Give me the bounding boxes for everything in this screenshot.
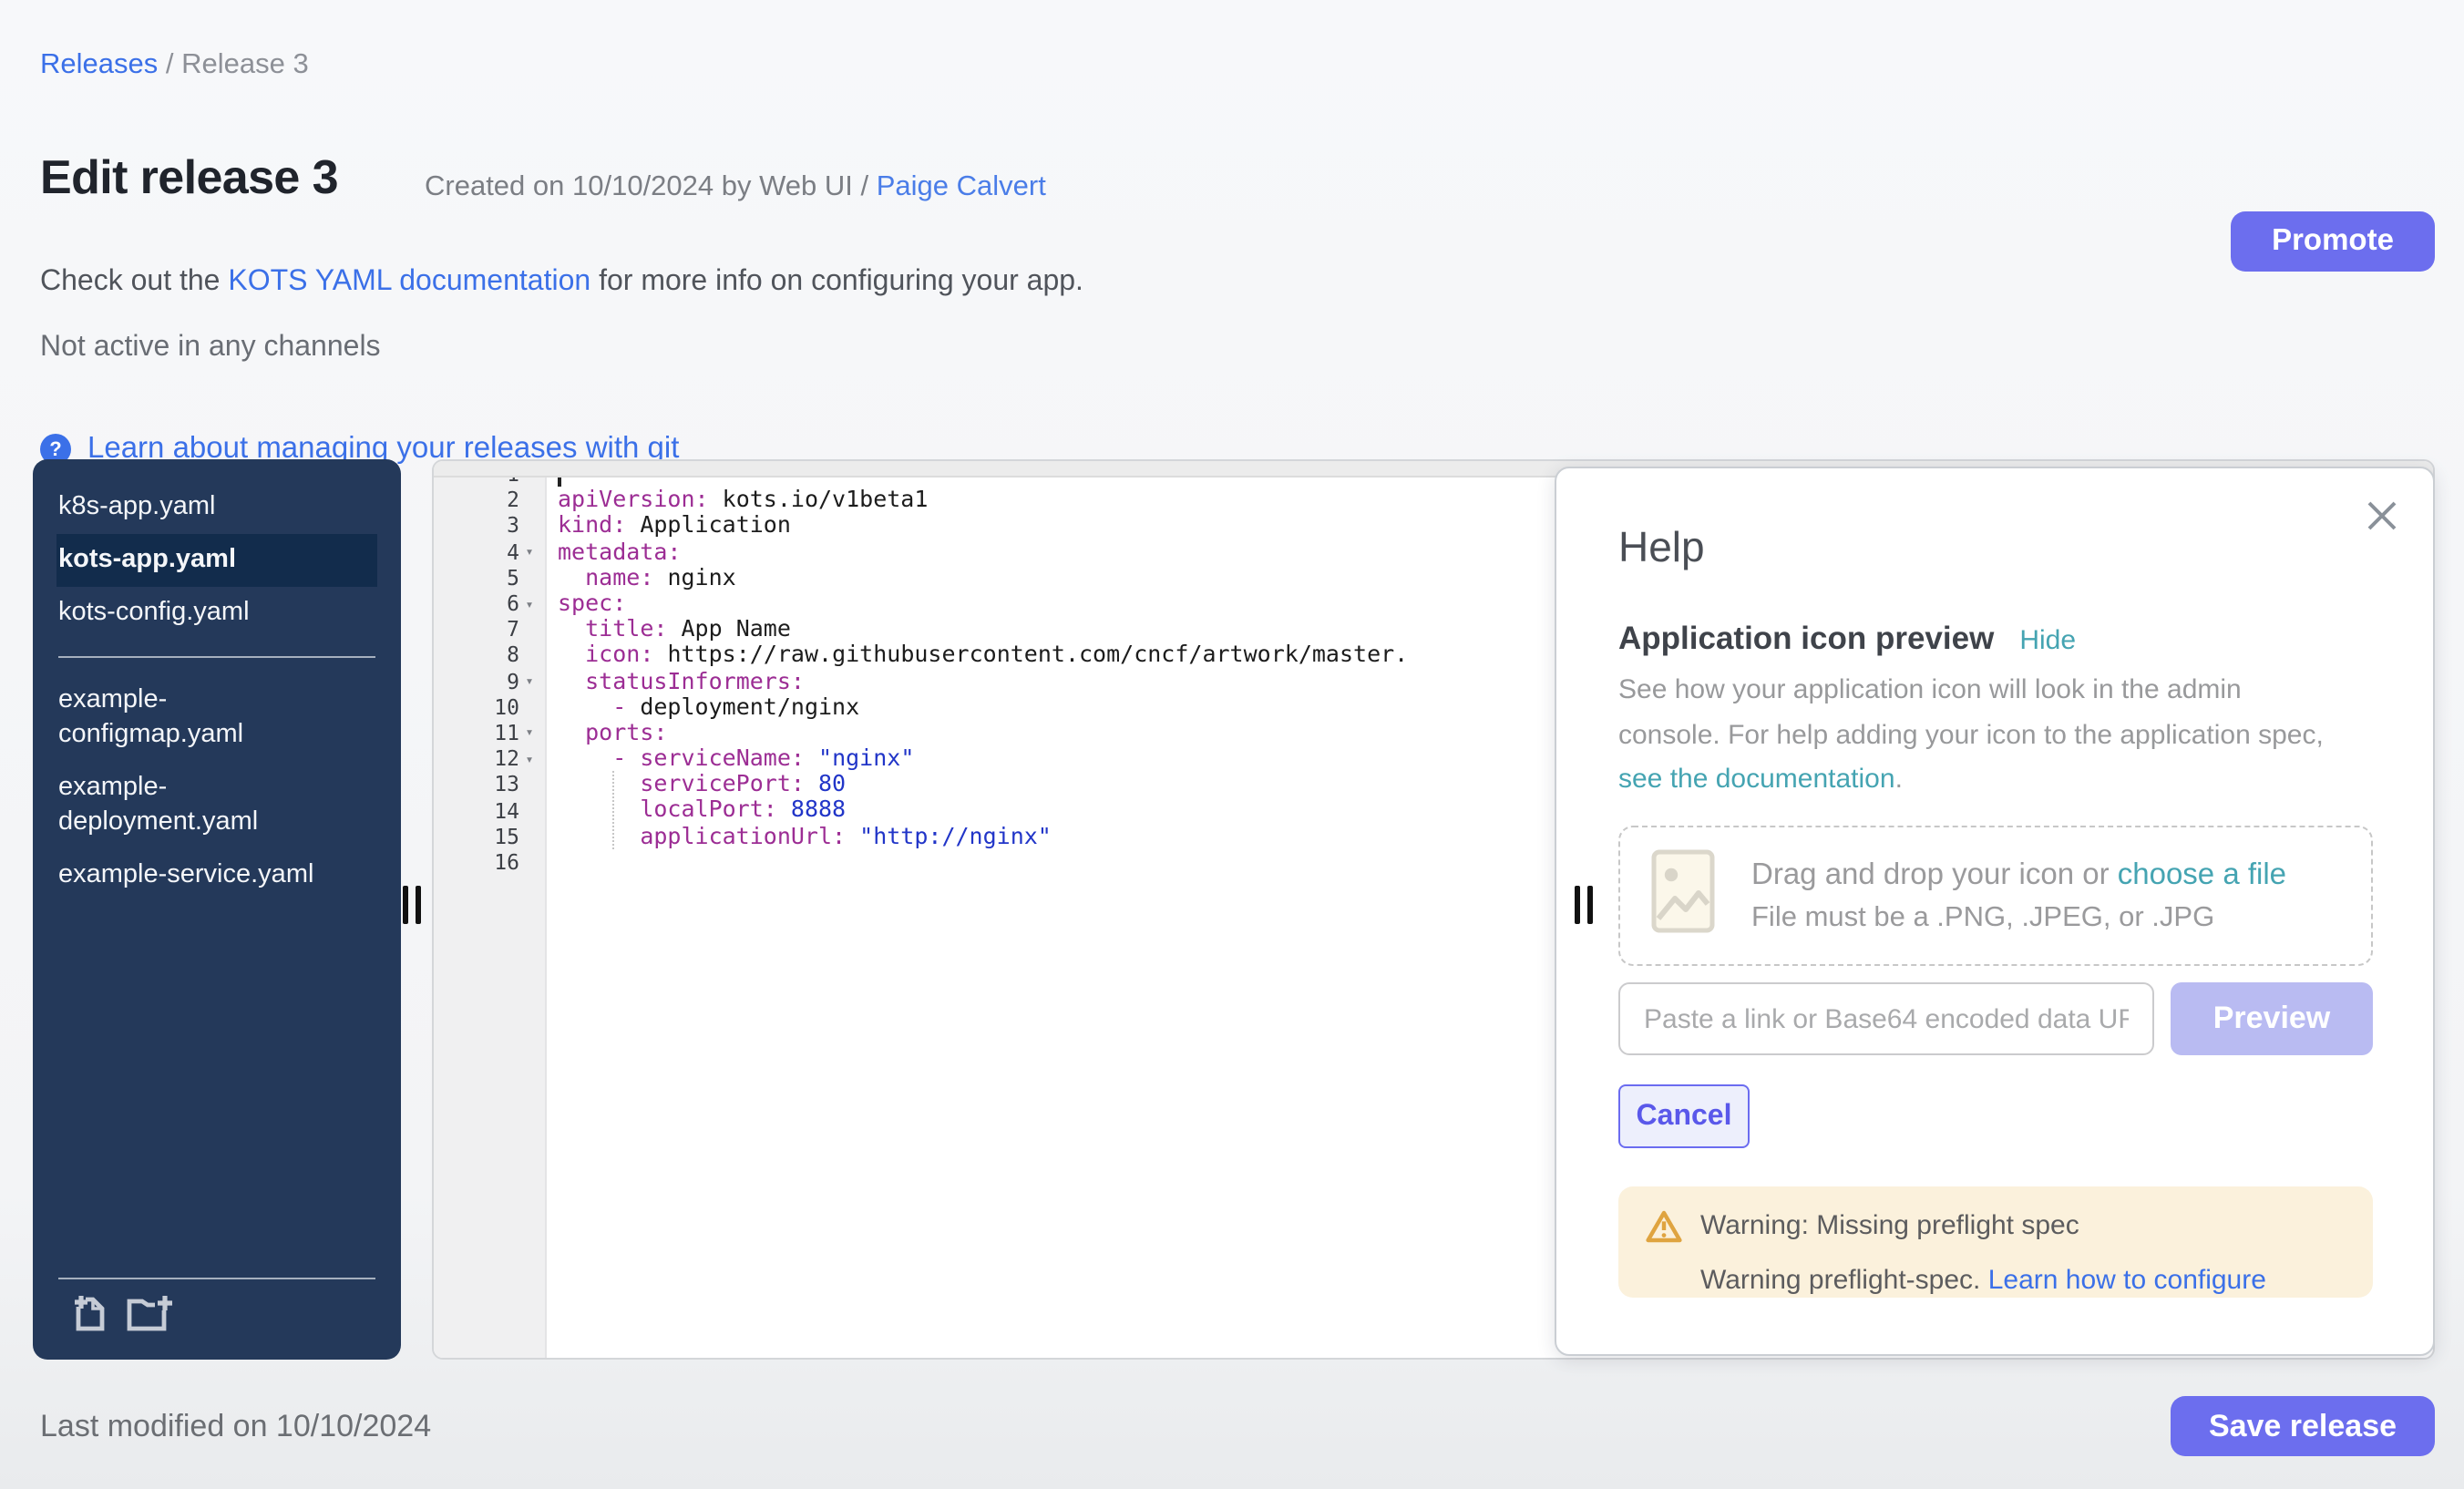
gutter-line-3: 3 [434,513,547,539]
channel-status: Not active in any channels [40,332,381,365]
drop-file-types: File must be a .PNG, .JPEG, or .JPG [1751,901,2286,934]
gutter-line-13: 13 [434,772,547,797]
desc-suffix: . [1895,764,1903,795]
fold-arrow-icon[interactable]: ▾ [519,750,539,766]
file-group-examples: example-configmap.yamlexample-deployment… [33,674,401,902]
see-documentation-link[interactable]: see the documentation [1618,764,1895,795]
icon-url-input[interactable] [1618,982,2154,1055]
drop-instruction: Drag and drop your icon or choose a file [1751,857,2286,892]
gutter-line-16: 16 [434,849,547,875]
preflight-warning-box: Warning: Missing preflight spec Warning … [1618,1186,2373,1298]
sidebar-file-kots-app.yaml[interactable]: kots-app.yaml [56,534,377,587]
warning-detail: Warning preflight-spec. Learn how to con… [1700,1265,2266,1296]
gutter-line-5: 5 [434,565,547,590]
page-title: Edit release 3 [40,149,338,206]
fold-arrow-icon[interactable]: ▾ [519,673,539,689]
gutter-line-8: 8 [434,642,547,668]
sidebar-file-kots-config.yaml[interactable]: kots-config.yaml [56,587,377,640]
last-modified-text: Last modified on 10/10/2024 [40,1409,431,1445]
cancel-button[interactable]: Cancel [1618,1084,1750,1148]
edit-release-page: Releases / Release 3 Edit release 3 Crea… [0,0,2464,1489]
author-link[interactable]: Paige Calvert [877,171,1046,202]
sidebar-file-k8s-app.yaml[interactable]: k8s-app.yaml [56,481,377,534]
desc-line-1: See how your application icon will look … [1618,669,2324,714]
created-text: Created on 10/10/2024 by Web UI / [425,171,877,202]
gutter-line-6: 6▾ [434,590,547,616]
gutter-line-12: 12▾ [434,745,547,771]
gutter-line-9: 9▾ [434,668,547,693]
learn-configure-link[interactable]: Learn how to configure [1988,1265,2266,1296]
sidebar-file-example-deployment.yaml[interactable]: example-deployment.yaml [56,762,323,849]
icon-drop-area[interactable]: Drag and drop your icon or choose a file… [1618,826,2373,966]
gutter-line-15: 15 [434,823,547,848]
choose-file-link[interactable]: choose a file [2118,857,2286,890]
sidebar-bottom-divider [58,1278,375,1279]
release-created-meta: Created on 10/10/2024 by Web UI / Paige … [425,171,1046,204]
breadcrumb-separator: / [166,49,181,80]
image-placeholder-icon [1651,849,1715,942]
add-file-icon[interactable] [73,1294,108,1341]
sidebar-divider [58,656,375,658]
icon-preview-description: See how your application icon will look … [1618,669,2324,803]
desc-line-2: console. For help adding your icon to th… [1618,714,2324,758]
close-icon[interactable] [2364,498,2400,534]
file-tree-sidebar: k8s-app.yamlkots-app.yamlkots-config.yam… [33,459,401,1360]
warning-title: Warning: Missing preflight spec [1700,1210,2079,1241]
gutter-line-7: 7 [434,616,547,642]
file-group-kots: k8s-app.yamlkots-app.yamlkots-config.yam… [33,481,401,640]
save-release-button[interactable]: Save release [2171,1396,2435,1456]
sidebar-file-example-service.yaml[interactable]: example-service.yaml [56,849,323,902]
add-folder-icon[interactable] [126,1294,175,1341]
help-panel: Help Application icon preview Hide See h… [1555,467,2435,1356]
gutter-line-2: 2 [434,487,547,512]
help-title: Help [1618,523,1705,572]
gutter-line-10: 10 [434,693,547,719]
preview-button[interactable]: Preview [2171,982,2373,1055]
warning-triangle-icon [1646,1210,1682,1252]
sidebar-file-example-configmap.yaml[interactable]: example-configmap.yaml [56,674,323,762]
breadcrumb-current: Release 3 [181,49,309,80]
indent-guide [612,771,614,849]
help-panel-resize-handle[interactable] [1575,886,1604,926]
breadcrumb-releases-link[interactable]: Releases [40,49,158,80]
icon-preview-title: Application icon preview [1618,620,1994,658]
gutter-line-11: 11▾ [434,720,547,745]
gutter-line-4: 4▾ [434,539,547,564]
hide-link[interactable]: Hide [2019,625,2076,656]
doc-prefix: Check out the [40,266,228,297]
fold-arrow-icon[interactable]: ▾ [519,595,539,611]
doc-suffix: for more info on configuring your app. [590,266,1083,297]
promote-button[interactable]: Promote [2231,211,2435,272]
sidebar-resize-handle[interactable] [403,886,432,926]
breadcrumb: Releases / Release 3 [40,49,309,82]
gutter-line-14: 14 [434,797,547,823]
fold-arrow-icon[interactable]: ▾ [519,724,539,741]
kots-yaml-doc-link[interactable]: KOTS YAML documentation [228,266,590,297]
kots-doc-line: Check out the KOTS YAML documentation fo… [40,266,1083,299]
fold-arrow-icon[interactable]: ▾ [519,543,539,560]
